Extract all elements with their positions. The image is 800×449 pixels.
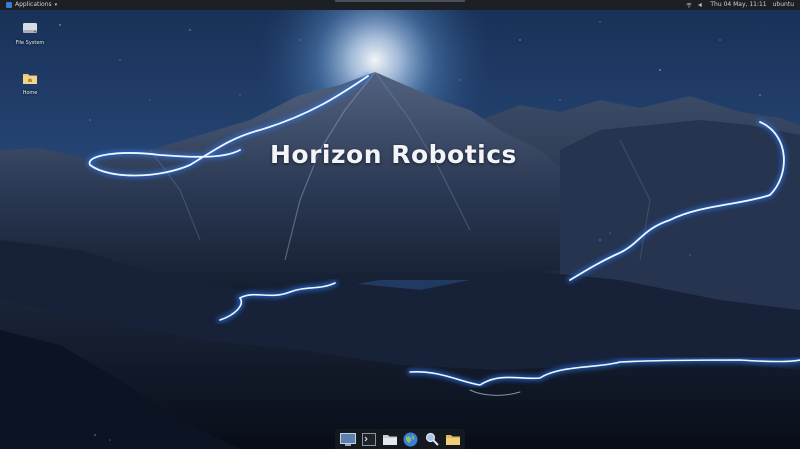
search-icon (425, 432, 439, 446)
folder-icon (445, 434, 460, 445)
dock-item-browser[interactable] (402, 431, 420, 447)
apps-icon (6, 2, 12, 8)
home-folder-icon (23, 74, 37, 84)
window-title-strip (335, 0, 465, 2)
dock-item-folder[interactable] (444, 431, 462, 447)
dock (335, 429, 465, 449)
clock[interactable]: Thu 04 May, 11:11 (710, 0, 766, 10)
volume-icon[interactable] (698, 2, 704, 8)
wallpaper-title: Horizon Robotics (270, 140, 517, 169)
desktop-icon-label: File System (15, 40, 45, 46)
dock-item-show-desktop[interactable] (339, 431, 357, 447)
applications-label: Applications (15, 1, 52, 8)
desktop-wallpaper (0, 0, 800, 449)
terminal-icon (361, 432, 376, 446)
desktop-icon-home[interactable]: Home (9, 70, 51, 97)
dock-item-search[interactable] (423, 431, 441, 447)
top-panel: Applications ▾ Thu 04 May, 11:11 ubuntu (0, 0, 800, 10)
user-menu[interactable]: ubuntu (773, 0, 794, 10)
applications-menu[interactable]: Applications ▾ (6, 0, 57, 10)
chevron-down-icon: ▾ (54, 2, 58, 8)
browser-icon (403, 432, 418, 446)
files-icon (382, 434, 397, 445)
dock-item-files[interactable] (381, 431, 399, 447)
desktop-icon-file-system[interactable]: File System (9, 20, 51, 47)
dock-item-terminal[interactable] (360, 431, 378, 447)
wifi-icon[interactable] (686, 2, 693, 8)
show-desktop-icon (339, 432, 356, 446)
desktop-icon-label: Home (22, 90, 38, 96)
file-system-icon (23, 23, 37, 33)
